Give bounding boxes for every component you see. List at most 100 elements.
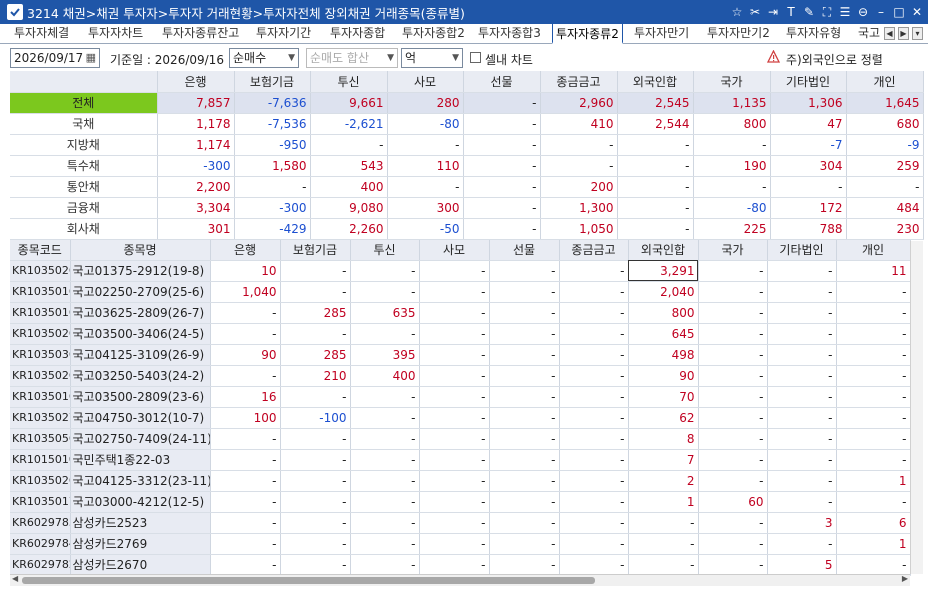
bond-name[interactable]: 국고03500-2809(23-6) xyxy=(70,386,211,408)
detail-cell[interactable]: - xyxy=(559,364,629,387)
bond-code[interactable]: KR1035026 xyxy=(10,323,71,345)
summary-cell[interactable]: 788 xyxy=(770,218,847,240)
detail-cell[interactable]: 6 xyxy=(836,512,911,534)
detail-cell[interactable]: - xyxy=(559,302,629,324)
detail-cell[interactable]: - xyxy=(419,260,490,282)
bond-code[interactable]: KR6029783 xyxy=(10,512,71,534)
summary-cell[interactable]: -50 xyxy=(387,218,464,240)
detail-col-header[interactable]: 종목명 xyxy=(70,240,211,261)
summary-cell[interactable]: -300 xyxy=(234,197,311,219)
detail-cell[interactable]: - xyxy=(767,469,837,492)
detail-cell[interactable]: - xyxy=(559,491,629,513)
detail-cell[interactable]: - xyxy=(698,407,768,429)
detail-cell[interactable]: - xyxy=(767,323,837,345)
bond-code[interactable]: KR1035017 xyxy=(10,491,71,513)
detail-cell[interactable]: - xyxy=(210,323,281,345)
detail-cell[interactable]: - xyxy=(419,554,490,576)
detail-cell[interactable]: - xyxy=(698,302,768,324)
detail-cell[interactable]: 1,040 xyxy=(210,281,281,303)
detail-cell[interactable]: - xyxy=(836,449,911,471)
summary-cell[interactable]: - xyxy=(693,176,771,198)
bond-name[interactable]: 국민주택1종22-03 xyxy=(70,449,211,471)
summary-cell[interactable]: 304 xyxy=(770,155,847,177)
scroll-left-icon[interactable]: ◀ xyxy=(12,574,18,583)
star-icon[interactable]: ☆ xyxy=(730,0,744,24)
summary-row-label[interactable]: 금융채 xyxy=(10,197,158,219)
summary-cell[interactable]: 400 xyxy=(310,176,388,198)
detail-cell[interactable]: - xyxy=(489,344,560,366)
detail-cell[interactable]: - xyxy=(210,533,281,555)
detail-row[interactable]: KR1035016 국고03500-2809(23-6) 16- - - - -70- - - xyxy=(10,386,911,408)
detail-cell[interactable]: 285 xyxy=(280,302,351,324)
detail-cell[interactable]: - xyxy=(767,260,837,282)
detail-col-header[interactable]: 개인 xyxy=(836,240,911,261)
summary-col-header[interactable]: 선물 xyxy=(463,71,541,93)
tab-prev-icon[interactable]: ◀ xyxy=(884,27,895,40)
detail-cell[interactable]: 7 xyxy=(628,449,699,471)
detail-cell[interactable]: - xyxy=(489,554,560,576)
summary-cell[interactable]: - xyxy=(693,134,771,156)
summary-cell[interactable]: 301 xyxy=(157,218,235,240)
detail-cell[interactable]: - xyxy=(419,323,490,345)
detail-cell[interactable]: - xyxy=(559,428,629,450)
tab-treasury[interactable]: 국고 xyxy=(858,24,880,44)
detail-cell[interactable]: - xyxy=(419,533,490,555)
summary-cell[interactable]: - xyxy=(463,134,541,156)
bond-code[interactable]: KR1035026 xyxy=(10,260,71,282)
detail-cell[interactable]: - xyxy=(489,302,560,324)
summary-cell[interactable]: - xyxy=(310,134,388,156)
tab-investor-total[interactable]: 투자자종합 xyxy=(330,24,385,44)
detail-col-header[interactable]: 종금금고 xyxy=(559,240,629,261)
detail-cell[interactable]: - xyxy=(559,469,629,492)
detail-cell[interactable]: - xyxy=(836,428,911,450)
summary-col-header[interactable]: 국가 xyxy=(693,71,771,93)
tab-investor-type2[interactable]: 투자자종류2 xyxy=(552,23,623,44)
tab-investor-total3[interactable]: 투자자종합3 xyxy=(478,24,541,44)
detail-col-header[interactable]: 보험기금 xyxy=(280,240,351,261)
window-check-icon[interactable] xyxy=(7,4,23,20)
summary-cell[interactable]: 1,174 xyxy=(157,134,235,156)
summary-row[interactable]: 전체 7,857 -7,636 9,661 280-2,960 2,545 1,135 1,3… xyxy=(10,92,924,114)
summary-row[interactable]: 특수채 -300 1,580 543 110- - -190 304 259 xyxy=(10,155,924,177)
detail-cell[interactable]: 62 xyxy=(628,407,699,429)
detail-cell[interactable]: - xyxy=(698,469,768,492)
summary-cell[interactable]: 3,304 xyxy=(157,197,235,219)
detail-row[interactable]: KR1035026 국고01375-2912(19-8) 10- - - - -3,291-… xyxy=(10,260,911,282)
detail-cell[interactable]: - xyxy=(350,554,420,576)
tab-investor-chart[interactable]: 투자자차트 xyxy=(88,24,143,44)
detail-cell[interactable]: - xyxy=(280,428,351,450)
bond-name[interactable]: 국고03250-5403(24-2) xyxy=(70,364,211,387)
detail-cell[interactable]: - xyxy=(628,533,699,555)
summary-cell[interactable]: - xyxy=(540,134,618,156)
summary-cell[interactable]: -7,536 xyxy=(234,113,311,135)
detail-cell[interactable]: - xyxy=(767,428,837,450)
detail-col-header[interactable]: 선물 xyxy=(489,240,560,261)
summary-cell[interactable]: -7,636 xyxy=(234,92,311,114)
detail-cell[interactable]: - xyxy=(419,407,490,429)
unit-select[interactable]: 억 ▼ xyxy=(401,48,463,68)
detail-cell[interactable]: - xyxy=(836,344,911,366)
summary-cell[interactable]: 1,050 xyxy=(540,218,618,240)
summary-cell[interactable]: 680 xyxy=(846,113,924,135)
bond-code[interactable]: KR1015010 xyxy=(10,449,71,471)
summary-cell[interactable]: 280 xyxy=(387,92,464,114)
detail-row[interactable]: KR1035026 국고04125-3312(23-11) - - - - - -2- -1 xyxy=(10,469,911,492)
bond-name[interactable]: 국고04125-3312(23-11) xyxy=(70,469,211,492)
text-size-icon[interactable]: T xyxy=(784,0,798,24)
summary-cell[interactable]: - xyxy=(846,176,924,198)
detail-cell[interactable]: - xyxy=(489,260,560,282)
detail-cell[interactable]: - xyxy=(489,491,560,513)
detail-cell[interactable]: - xyxy=(489,386,560,408)
summary-row-label[interactable]: 통안채 xyxy=(10,176,158,198)
detail-cell[interactable]: 90 xyxy=(628,364,699,387)
detail-cell[interactable]: - xyxy=(350,323,420,345)
summary-row[interactable]: 금융채 3,304 -300 9,080 300-1,300- -80 172 484 xyxy=(10,197,924,219)
detail-cell[interactable]: - xyxy=(419,512,490,534)
bond-name[interactable]: 국고03625-2809(26-7) xyxy=(70,302,211,324)
summary-row[interactable]: 회사채 301 -429 2,260 -50-1,050-225 788 230 xyxy=(10,218,924,240)
detail-cell[interactable]: - xyxy=(767,344,837,366)
summary-cell[interactable]: 47 xyxy=(770,113,847,135)
detail-row[interactable]: KR1035016 국고02250-2709(25-6) 1,040- - - - -2,0… xyxy=(10,281,911,303)
detail-cell[interactable]: - xyxy=(489,407,560,429)
detail-cell[interactable]: - xyxy=(698,344,768,366)
